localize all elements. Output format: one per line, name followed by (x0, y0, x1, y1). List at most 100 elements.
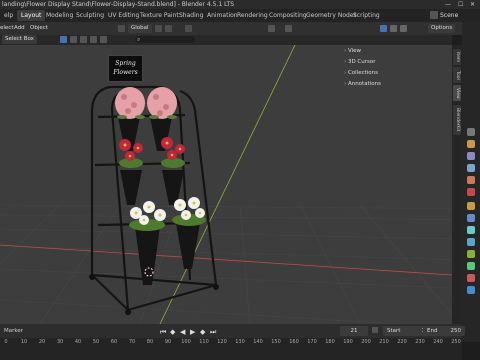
sidebar-tabs: Item Tool View BlenderKit (452, 45, 462, 324)
timeline-tick-label: 50 (92, 339, 100, 345)
pivot-icon[interactable] (155, 25, 162, 32)
current-frame-field[interactable]: 21 (340, 326, 368, 336)
tab-scripting[interactable]: Scripting (349, 10, 384, 21)
timeline-tick-label: 170 (307, 339, 317, 345)
timeline-tick-label: 190 (343, 339, 353, 345)
select-extend-icon[interactable] (70, 36, 77, 43)
pink-flower-bouquet (115, 87, 177, 119)
help-menu[interactable]: elp (0, 10, 17, 21)
object-menu[interactable]: Object (30, 22, 48, 35)
timeline-tick-label: 130 (235, 339, 245, 345)
add-menu[interactable]: Add (14, 22, 25, 35)
options-dropdown[interactable]: Options (428, 24, 456, 33)
data-properties-icon[interactable] (467, 262, 475, 270)
timeline-tick-label: 80 (146, 339, 154, 345)
timeline-tick-label: 240 (433, 339, 443, 345)
timeline-tick-label: 0 (4, 339, 8, 345)
minimize-icon[interactable]: — (445, 0, 451, 9)
spring-flowers-sign: Spring Flowers (108, 55, 143, 82)
viewport-shading-material-icon[interactable] (390, 25, 397, 32)
snap-icon[interactable] (165, 25, 172, 32)
render-properties-icon[interactable] (467, 140, 475, 148)
timeline-tick-label: 220 (397, 339, 407, 345)
play-icon[interactable]: ▶ (190, 325, 195, 339)
close-icon[interactable]: ✕ (470, 0, 475, 9)
sign-line-1: Spring (115, 60, 136, 67)
jump-start-icon[interactable]: ⏮ (160, 325, 166, 339)
wheel (89, 274, 95, 280)
marker-menu[interactable]: Marker (4, 324, 23, 338)
end-value: 250 (450, 328, 462, 334)
view-layer-properties-icon[interactable] (467, 164, 475, 172)
panel-annotations[interactable]: › Annotations (344, 79, 448, 90)
select-intersect-icon[interactable] (100, 36, 107, 43)
timeline-header: Marker ⏮ ◆ ◀ ▶ ◆ ⏭ 21 Start1 End250 (0, 324, 465, 339)
object-properties-icon[interactable] (467, 202, 475, 210)
end-frame-field[interactable]: End 250 (423, 326, 465, 336)
panel-collections[interactable]: › Collections (344, 68, 448, 79)
timeline-tick-label: 10 (20, 339, 28, 345)
particle-properties-icon[interactable] (467, 226, 475, 234)
timeline-tick-label: 20 (38, 339, 46, 345)
sidebar-panel: › View › 3D Cursor › Collections › Annot… (340, 46, 448, 92)
panel-3d-cursor-label: 3D Cursor (347, 59, 376, 65)
timeline-tick-label: 30 (56, 339, 64, 345)
prev-keyframe-icon[interactable]: ◆ (170, 325, 175, 339)
show-gizmo-icon[interactable] (268, 25, 275, 32)
maximize-icon[interactable]: ☐ (458, 0, 463, 9)
viewport-shading-rendered-icon[interactable] (400, 25, 407, 32)
workspace-bar: elp Layout Modeling Sculpting UV Editing Tex… (0, 9, 480, 22)
physics-properties-icon[interactable] (467, 238, 475, 246)
jump-end-icon[interactable]: ⏭ (210, 325, 216, 339)
timeline-tick-label: 150 (271, 339, 281, 345)
select-subtract-icon[interactable] (80, 36, 87, 43)
viewport-toolbar: Select Box ⌕ (0, 35, 452, 45)
start-label: Start (387, 328, 401, 334)
texture-properties-icon[interactable] (467, 286, 475, 294)
panel-view[interactable]: › View (344, 46, 448, 57)
wheel (125, 309, 131, 315)
next-keyframe-icon[interactable]: ◆ (200, 325, 205, 339)
floor-grid (0, 204, 452, 324)
constraint-properties-icon[interactable] (467, 250, 475, 258)
viewport-shading-solid-icon[interactable] (380, 25, 387, 32)
timeline-tick-label: 180 (325, 339, 335, 345)
scene-icon[interactable] (430, 11, 438, 19)
select-invert-icon[interactable] (90, 36, 97, 43)
timeline-tick-label: 110 (199, 339, 209, 345)
select-new-icon[interactable] (60, 36, 67, 43)
proportional-edit-icon[interactable] (185, 25, 192, 32)
select-box-dropdown[interactable]: Select Box (2, 35, 37, 44)
tab-view[interactable]: View (453, 85, 461, 101)
panel-view-label: View (347, 48, 362, 54)
timeline-tick-label: 70 (128, 339, 136, 345)
tab-item[interactable]: Item (453, 49, 461, 65)
timeline-tick-label: 60 (110, 339, 118, 345)
sign-line-2: Flowers (113, 69, 138, 76)
tool-properties-icon[interactable] (467, 128, 475, 136)
tab-blenderkit[interactable]: BlenderKit (453, 105, 461, 135)
transform-orientation-icon[interactable] (118, 25, 125, 32)
output-properties-icon[interactable] (467, 152, 475, 160)
timeline-tick-label: 250 (451, 339, 461, 345)
tab-tool[interactable]: Tool (453, 67, 461, 83)
window-title-bar: landing\Flower Display Stand\Flower-Disp… (0, 0, 480, 9)
material-properties-icon[interactable] (467, 274, 475, 282)
tab-sculpting[interactable]: Sculpting (72, 10, 108, 21)
transform-orientation-dropdown[interactable]: Global (128, 24, 152, 33)
panel-3d-cursor[interactable]: › 3D Cursor (344, 57, 448, 68)
clock-icon[interactable] (372, 327, 378, 333)
timeline-tick-label: 140 (253, 339, 263, 345)
timeline-tick-label: 230 (415, 339, 425, 345)
wheel (213, 284, 219, 290)
overlay-icon[interactable] (285, 25, 292, 32)
modifier-properties-icon[interactable] (467, 214, 475, 222)
search-input[interactable] (135, 36, 195, 43)
scene-selector[interactable]: Scene (440, 9, 458, 22)
search-icon: ⌕ (137, 36, 141, 43)
play-reverse-icon[interactable]: ◀ (180, 325, 185, 339)
scene-properties-icon[interactable] (467, 176, 475, 184)
world-properties-icon[interactable] (467, 188, 475, 196)
select-menu[interactable]: elect (0, 22, 13, 35)
timeline-tick-label: 100 (181, 339, 191, 345)
